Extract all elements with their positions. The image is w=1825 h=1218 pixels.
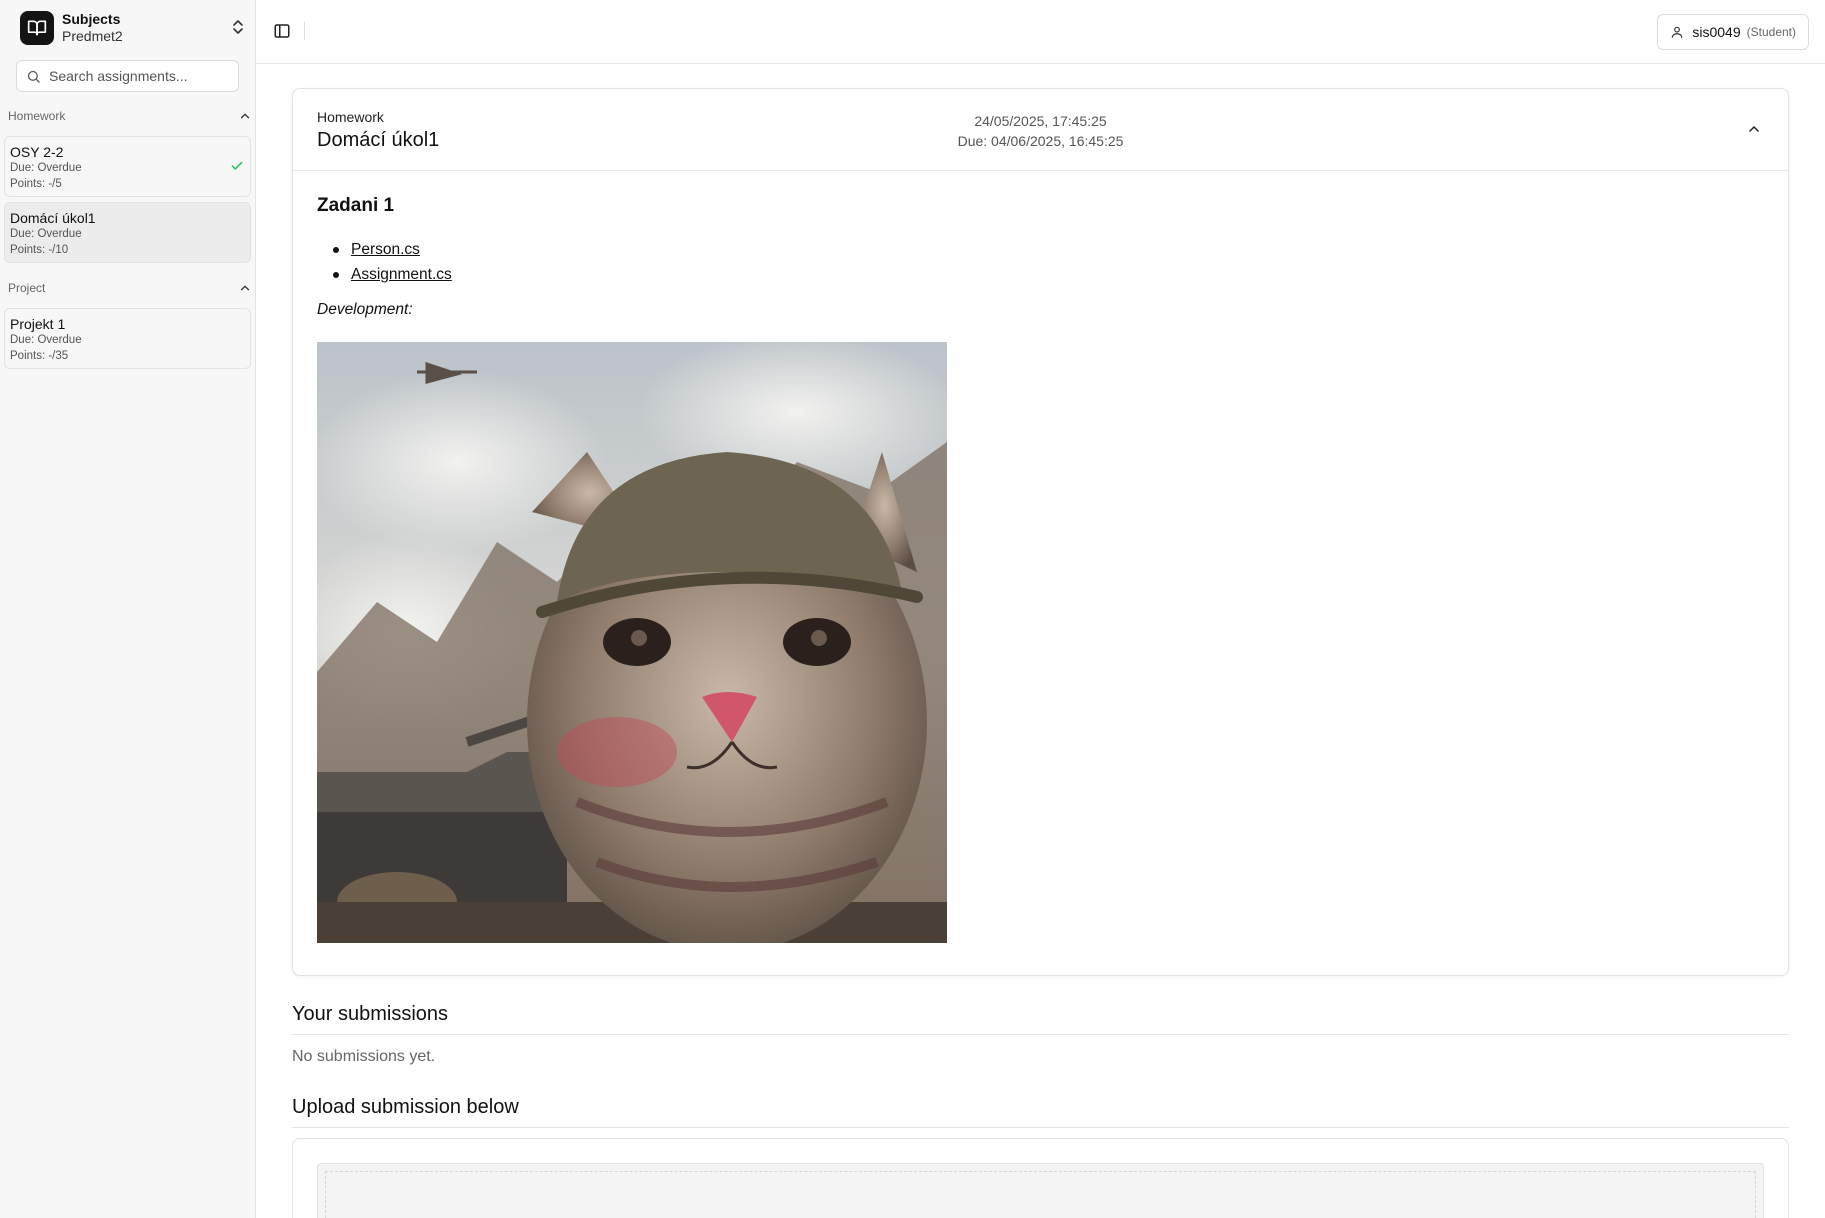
group-label: Homework [8, 109, 66, 123]
file-link[interactable]: Person.cs [351, 237, 420, 262]
check-icon [230, 159, 244, 178]
assignment-heading: Zadani 1 [317, 195, 395, 216]
divider [304, 22, 305, 40]
assignment-card-due: Due: Overdue [10, 162, 82, 174]
subject-switcher[interactable]: Subjects Predmet2 [14, 8, 246, 48]
group-header-project[interactable]: Project [8, 278, 252, 298]
user-menu-button[interactable]: sis0049 (Student) [1657, 14, 1809, 50]
file-link[interactable]: Assignment.cs [351, 262, 452, 287]
assignment-card-title: Domácí úkol1 [10, 210, 96, 226]
assignment-note: Development: [317, 301, 413, 318]
assignment-card-points: Points: -/10 [10, 244, 69, 256]
assignment-card-points: Points: -/35 [10, 350, 69, 362]
chevron-up-icon [240, 285, 250, 291]
search-input[interactable] [49, 68, 229, 84]
file-list-item: Person.cs [333, 237, 1764, 262]
user-name: sis0049 [1692, 24, 1741, 40]
sidebar-toggle-icon[interactable] [273, 22, 291, 45]
chevron-up-icon[interactable] [1746, 121, 1762, 142]
assignment-panel: Homework Domácí úkol1 24/05/2025, 17:45:… [292, 88, 1789, 976]
assignment-card-due: Due: Overdue [10, 228, 82, 240]
submissions-title: Your submissions [292, 1003, 1789, 1035]
assignment-card[interactable]: OSY 2-2 Due: Overdue Points: -/5 [4, 136, 251, 197]
file-list-item: Assignment.cs [333, 262, 1764, 287]
submissions-empty-text: No submissions yet. [292, 1048, 436, 1065]
assignment-created: 24/05/2025, 17:45:25 [974, 113, 1107, 129]
user-icon [1672, 26, 1683, 38]
assignment-dates: 24/05/2025, 17:45:25 Due: 04/06/2025, 16… [293, 111, 1788, 151]
user-role: (Student) [1746, 25, 1796, 39]
assignment-image [317, 342, 947, 943]
assignment-card[interactable]: Projekt 1 Due: Overdue Points: -/35 [4, 308, 251, 369]
sidebar: Subjects Predmet2 Homework OSY 2-2 Due: … [0, 0, 256, 1218]
search-icon [27, 70, 40, 83]
assignment-header[interactable]: Homework Domácí úkol1 24/05/2025, 17:45:… [293, 89, 1788, 171]
assignment-body: Zadani 1 Person.cs Assignment.cs Develop… [317, 195, 1764, 319]
assignment-card[interactable]: Domácí úkol1 Due: Overdue Points: -/10 [4, 202, 251, 263]
subject-switcher-title: Subjects [62, 11, 121, 27]
chevron-up-icon [240, 113, 250, 119]
upload-panel [292, 1138, 1789, 1218]
book-open-icon [20, 11, 54, 45]
group-header-homework[interactable]: Homework [8, 106, 252, 126]
topbar: sis0049 (Student) [256, 0, 1825, 64]
assignment-due: Due: 04/06/2025, 16:45:25 [957, 133, 1124, 149]
assignment-card-points: Points: -/5 [10, 178, 62, 190]
assignment-card-title: Projekt 1 [10, 316, 66, 332]
assignment-card-title: OSY 2-2 [10, 144, 64, 160]
group-label: Project [8, 281, 46, 295]
file-list: Person.cs Assignment.cs [333, 237, 1764, 287]
subject-switcher-subtitle: Predmet2 [62, 28, 123, 44]
upload-title: Upload submission below [292, 1096, 1789, 1128]
search-box [16, 60, 239, 92]
upload-dropzone[interactable] [317, 1163, 1764, 1218]
assignment-card-due: Due: Overdue [10, 334, 82, 346]
chevrons-up-down-icon [230, 18, 246, 41]
